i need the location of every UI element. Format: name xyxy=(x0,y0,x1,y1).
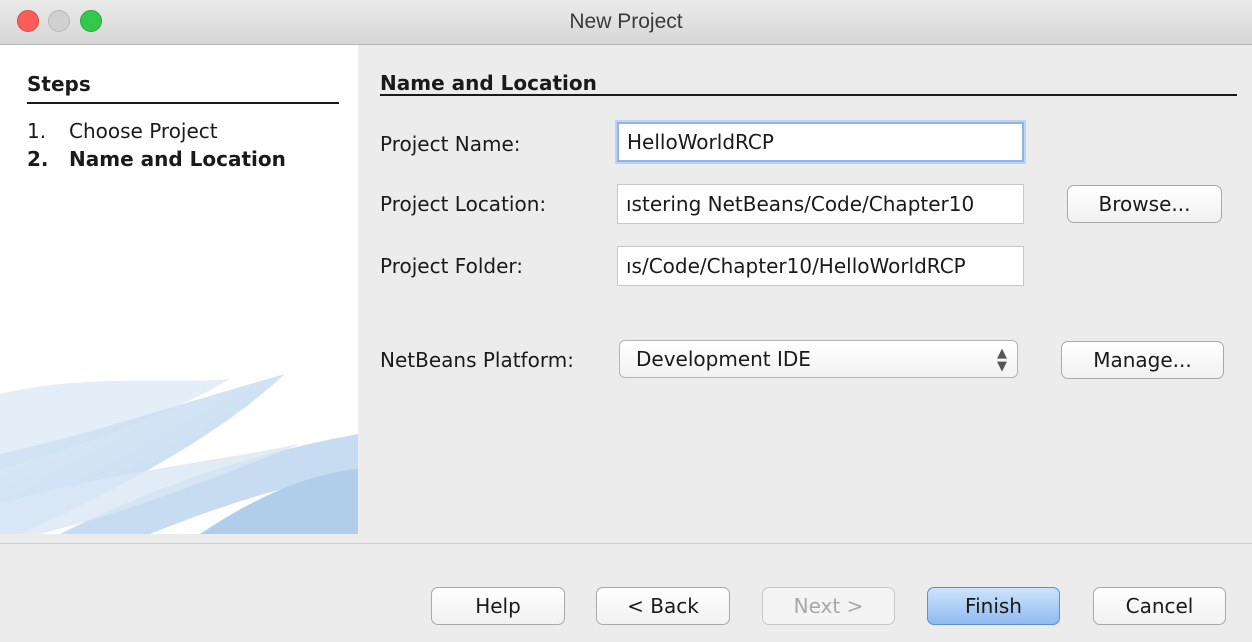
project-name-label: Project Name: xyxy=(380,132,521,156)
project-folder-label: Project Folder: xyxy=(380,254,523,278)
title-bar: New Project xyxy=(0,0,1252,45)
step-item-choose-project: 1. Choose Project xyxy=(27,119,218,143)
project-location-value: ıstering NetBeans/Code/Chapter10 xyxy=(626,192,975,216)
back-button[interactable]: < Back xyxy=(596,587,730,625)
step-label: Choose Project xyxy=(69,119,218,143)
next-button: Next > xyxy=(762,587,895,625)
window-title: New Project xyxy=(569,10,683,33)
project-location-label: Project Location: xyxy=(380,192,547,216)
netbeans-swoosh-graphic xyxy=(0,374,358,534)
steps-heading: Steps xyxy=(27,72,91,96)
steps-panel: Steps 1. Choose Project 2. Name and Locati… xyxy=(0,45,358,534)
project-name-input[interactable]: HelloWorldRCP xyxy=(617,122,1024,162)
project-location-input[interactable]: ıstering NetBeans/Code/Chapter10 xyxy=(617,184,1024,224)
steps-divider xyxy=(27,102,339,104)
project-name-value: HelloWorldRCP xyxy=(627,130,774,154)
step-number: 2. xyxy=(27,147,49,171)
platform-selected-value: Development IDE xyxy=(636,347,811,371)
step-item-name-and-location: 2. Name and Location xyxy=(27,147,286,171)
section-title: Name and Location xyxy=(380,71,597,95)
project-folder-field: ıs/Code/Chapter10/HelloWorldRCP xyxy=(617,246,1024,286)
project-folder-value: ıs/Code/Chapter10/HelloWorldRCP xyxy=(626,254,966,278)
help-button[interactable]: Help xyxy=(431,587,565,625)
netbeans-platform-select[interactable]: Development IDE ▲ ▼ xyxy=(619,340,1018,378)
manage-button[interactable]: Manage... xyxy=(1061,341,1224,379)
netbeans-platform-label: NetBeans Platform: xyxy=(380,348,574,372)
footer-divider xyxy=(0,543,1252,544)
section-divider xyxy=(380,94,1237,96)
step-number: 1. xyxy=(27,119,47,143)
step-label: Name and Location xyxy=(69,147,286,171)
cancel-button[interactable]: Cancel xyxy=(1093,587,1226,625)
new-project-dialog: New Project Steps 1. Choose Project 2. Nam… xyxy=(0,0,1252,642)
finish-button[interactable]: Finish xyxy=(927,587,1060,625)
select-arrows-icon: ▲ ▼ xyxy=(997,346,1007,374)
browse-button[interactable]: Browse... xyxy=(1067,185,1222,223)
